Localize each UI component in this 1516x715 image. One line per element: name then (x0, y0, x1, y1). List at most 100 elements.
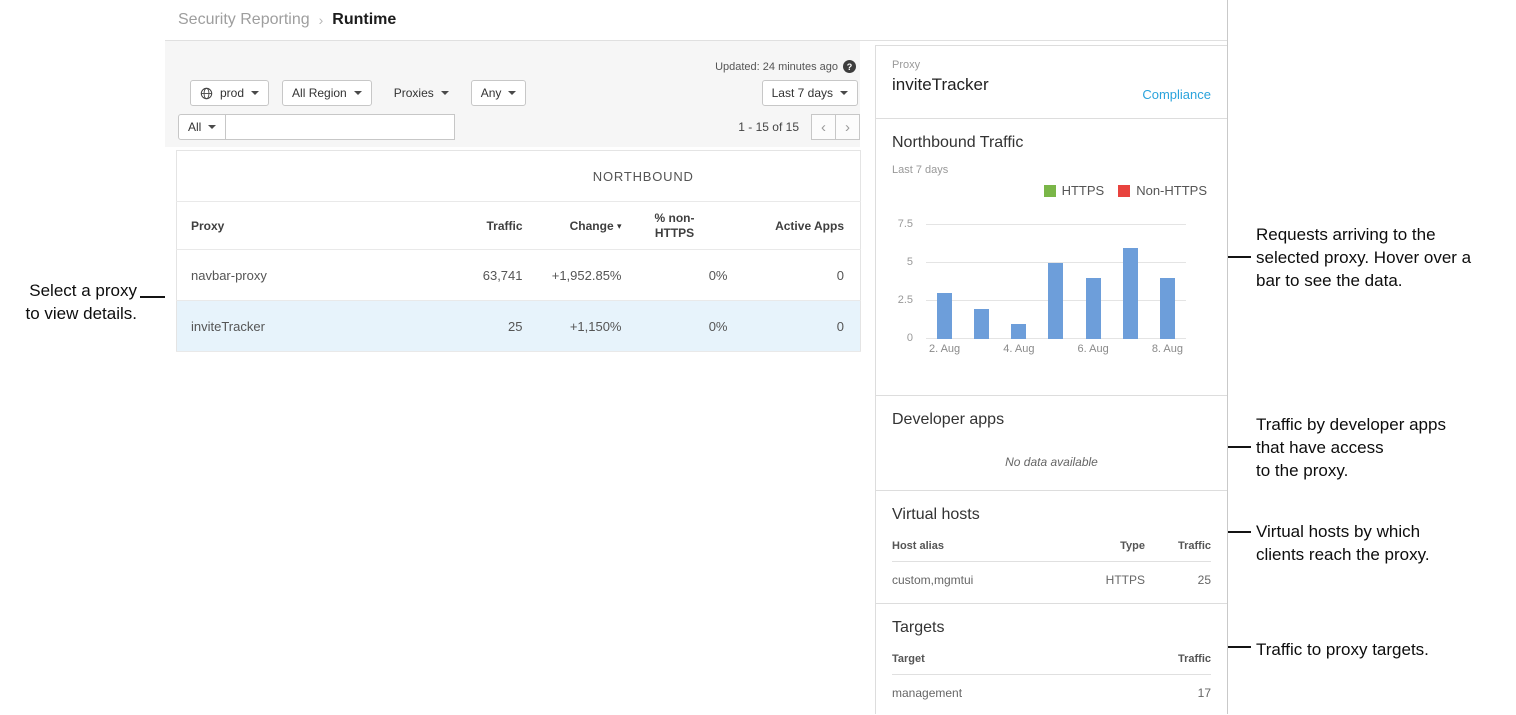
chart-subtitle: Last 7 days (892, 164, 1211, 176)
page-divider (1227, 0, 1228, 714)
search-row: All 1 - 15 of 15 ‹ › (178, 114, 860, 140)
proxy-label: Proxy (892, 59, 1211, 71)
chevron-right-icon: › (845, 119, 850, 136)
breadcrumb-current: Runtime (332, 11, 396, 29)
virtual-hosts-section: Virtual hosts Host alias Type Traffic cu… (876, 491, 1227, 604)
x-tick-label: 8. Aug (1149, 343, 1186, 355)
chart-plot-area: 02.557.5 (926, 225, 1186, 339)
proxy-table-body: navbar-proxy63,741+1,952.85%0%0inviteTra… (177, 250, 861, 352)
annotation-line: Traffic by developer apps (1256, 413, 1514, 436)
x-tick-label (963, 343, 1000, 355)
annotation-line: that have access (1256, 436, 1514, 459)
proxy-list-panel: Updated: 24 minutes ago ? prod All Regio… (165, 41, 860, 352)
prev-page-button[interactable]: ‹ (811, 114, 836, 140)
column-header-type: Type (1065, 540, 1145, 562)
app-window: Security Reporting › Runtime Updated: 24… (165, 0, 1228, 714)
chart-bar[interactable] (1011, 324, 1026, 339)
annotation-line: Virtual hosts by which (1256, 520, 1514, 543)
developer-apps-section: Developer apps No data available (876, 396, 1227, 491)
table-row[interactable]: inviteTracker25+1,150%0%0 (177, 301, 861, 352)
chevron-down-icon (354, 91, 362, 95)
environment-dropdown[interactable]: prod (190, 80, 269, 106)
y-tick-label: 0 (907, 332, 913, 344)
time-range-dropdown[interactable]: Last 7 days (762, 80, 858, 106)
pagination-controls: ‹ › (811, 114, 860, 140)
proxies-dropdown[interactable]: Proxies (385, 80, 458, 106)
column-header-non-https[interactable]: % non-HTTPS (622, 202, 728, 250)
cell-target: management (892, 675, 1145, 701)
compliance-link[interactable]: Compliance (1142, 87, 1211, 102)
table-row[interactable]: custom,mgmtui HTTPS 25 (892, 562, 1211, 588)
any-dropdown[interactable]: Any (471, 80, 527, 106)
any-label: Any (481, 86, 502, 100)
table-row[interactable]: navbar-proxy63,741+1,952.85%0%0 (177, 250, 861, 301)
cell-traffic: 25 (427, 301, 523, 352)
cell-non-https: 0% (622, 250, 728, 301)
updated-status: Updated: 24 minutes ago ? (178, 60, 860, 73)
table-header-row: Host alias Type Traffic (892, 540, 1211, 562)
chart-bar[interactable] (937, 293, 952, 339)
virtual-hosts-title: Virtual hosts (892, 506, 1211, 524)
chart-bar-slot (1112, 225, 1149, 339)
proxies-label: Proxies (394, 86, 434, 100)
pagination-status: 1 - 15 of 15 (738, 120, 799, 134)
legend-label: HTTPS (1062, 183, 1105, 198)
table-header-row: Proxy Traffic Change ▾ % non-HTTPS Activ… (177, 202, 861, 250)
toolbar: Updated: 24 minutes ago ? prod All Regio… (165, 41, 860, 147)
region-dropdown[interactable]: All Region (282, 80, 372, 106)
proxy-table: NORTHBOUND Proxy Traffic Change ▾ % non-… (176, 150, 861, 352)
column-header-change-label: Change (570, 219, 614, 233)
search-input[interactable] (225, 114, 455, 140)
column-header-active-apps[interactable]: Active Apps (728, 202, 861, 250)
x-tick-label: 6. Aug (1075, 343, 1112, 355)
annotation-line: Requests arriving to the (1256, 223, 1514, 246)
chart-bar[interactable] (1123, 248, 1138, 339)
help-icon[interactable]: ? (843, 60, 856, 73)
x-tick-label (1037, 343, 1074, 355)
legend-item: Non-HTTPS (1118, 183, 1207, 198)
chart-bar-slot (1037, 225, 1074, 339)
annotation-line: clients reach the proxy. (1256, 543, 1514, 566)
column-header-traffic: Traffic (1145, 540, 1211, 562)
northbound-traffic-section: Northbound Traffic Last 7 days HTTPSNon-… (876, 119, 1227, 396)
next-page-button[interactable]: › (835, 114, 860, 140)
annotation-line: bar to see the data. (1256, 269, 1514, 292)
legend-swatch-icon (1044, 185, 1056, 197)
table-header-row: Target Traffic (892, 653, 1211, 675)
cell-traffic: 63,741 (427, 250, 523, 301)
breadcrumb-parent[interactable]: Security Reporting (178, 11, 310, 29)
chevron-down-icon (508, 91, 516, 95)
annotation-select-proxy: Select a proxy to view details. (0, 279, 137, 325)
annotation-targets: Traffic to proxy targets. (1256, 638, 1514, 661)
y-tick-label: 2.5 (898, 294, 913, 306)
x-tick-label (1112, 343, 1149, 355)
chart-bar[interactable] (1048, 263, 1063, 339)
column-header-proxy[interactable]: Proxy (177, 202, 427, 250)
chart-bar[interactable] (1160, 278, 1175, 339)
chevron-down-icon (840, 91, 848, 95)
annotation-northbound: Requests arriving to the selected proxy.… (1256, 223, 1514, 292)
page: Select a proxy to view details. Requests… (0, 0, 1516, 714)
chart-bar[interactable] (1086, 278, 1101, 339)
chart-bar[interactable] (974, 309, 989, 339)
search-scope-dropdown[interactable]: All (178, 114, 226, 140)
cell-active-apps: 0 (728, 250, 861, 301)
sort-desc-icon: ▾ (617, 221, 622, 231)
empty-state-text: No data available (892, 455, 1211, 469)
column-header-target: Target (892, 653, 1145, 675)
chart-bar-slot (926, 225, 963, 339)
annotation-line: selected proxy. Hover over a (1256, 246, 1514, 269)
chart-bar-slot (1000, 225, 1037, 339)
filter-row: prod All Region Proxies Any (178, 80, 860, 106)
chart-legend: HTTPS Non-HTTPS (1044, 183, 1207, 198)
detail-header-section: Proxy inviteTracker Compliance (876, 46, 1227, 119)
globe-icon (200, 87, 213, 100)
virtual-hosts-table: Host alias Type Traffic custom,mgmtui HT… (892, 540, 1211, 587)
detail-panel: Proxy inviteTracker Compliance Northboun… (875, 45, 1227, 714)
cell-change: +1,952.85% (523, 250, 622, 301)
table-row[interactable]: management 17 (892, 675, 1211, 701)
empty-cell (177, 151, 427, 202)
column-header-traffic[interactable]: Traffic (427, 202, 523, 250)
column-header-change[interactable]: Change ▾ (523, 202, 622, 250)
cell-host-alias: custom,mgmtui (892, 562, 1065, 588)
